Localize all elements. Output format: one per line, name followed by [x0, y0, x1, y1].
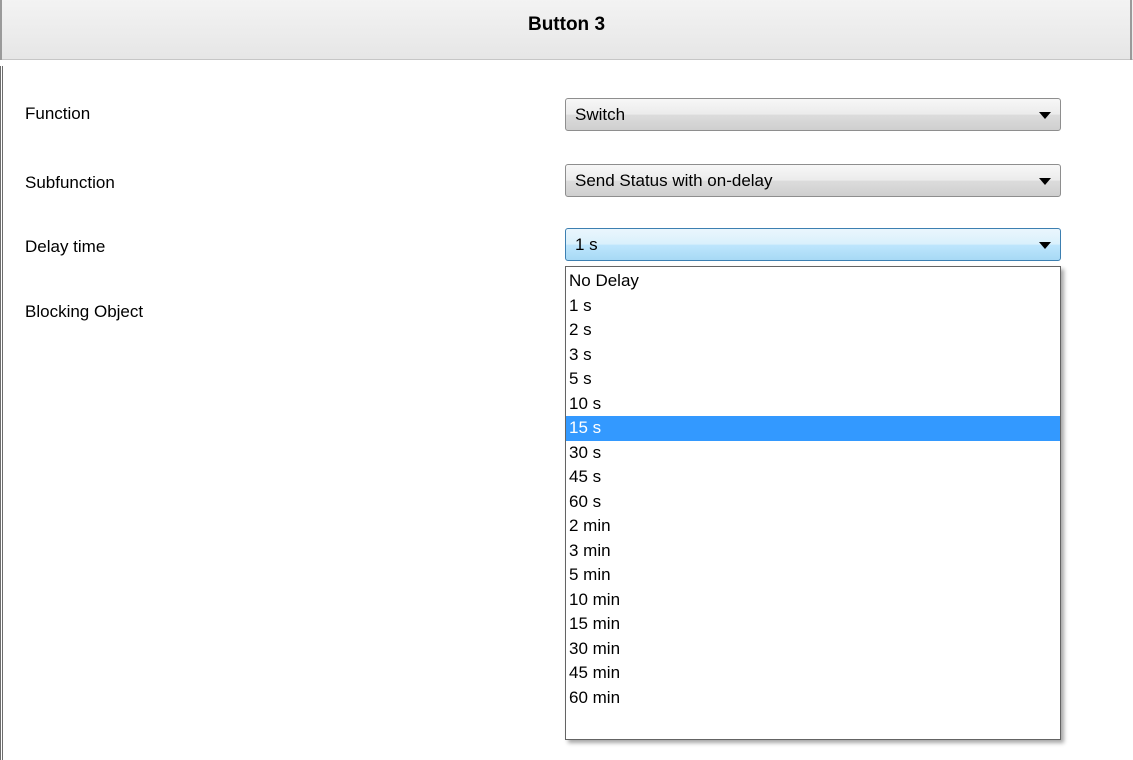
- dropdown-option[interactable]: 5 min: [566, 563, 1060, 588]
- dropdown-option[interactable]: 10 min: [566, 588, 1060, 613]
- dropdown-option[interactable]: 3 s: [566, 343, 1060, 368]
- dropdown-option[interactable]: No Delay: [566, 269, 1060, 294]
- panel-header: Button 3: [0, 0, 1133, 60]
- delay-time-select-value: 1 s: [575, 235, 598, 254]
- subfunction-select[interactable]: Send Status with on-delay: [565, 164, 1061, 197]
- header-left-edge: [0, 0, 2, 60]
- dropdown-option[interactable]: 60 s: [566, 490, 1060, 515]
- dropdown-option[interactable]: 45 min: [566, 661, 1060, 686]
- delay-time-select[interactable]: 1 s: [565, 228, 1061, 261]
- function-label: Function: [25, 104, 91, 123]
- function-select[interactable]: Switch: [565, 98, 1061, 131]
- subfunction-label: Subfunction: [25, 173, 115, 192]
- page-title: Button 3: [527, 14, 606, 35]
- header-right-edge: [1130, 0, 1132, 60]
- dropdown-option[interactable]: 2 s: [566, 318, 1060, 343]
- dropdown-option[interactable]: 30 min: [566, 637, 1060, 662]
- dropdown-option[interactable]: 45 s: [566, 465, 1060, 490]
- dropdown-option[interactable]: 30 s: [566, 441, 1060, 466]
- delay-time-dropdown-list[interactable]: No Delay 1 s2 s3 s5 s 10 s 15 s 30 s 45 s 60 s…: [565, 266, 1061, 740]
- dropdown-option[interactable]: 60 min: [566, 686, 1060, 711]
- function-select-value: Switch: [575, 105, 626, 124]
- dropdown-option[interactable]: 15 min: [566, 612, 1060, 637]
- blocking-object-label: Blocking Object: [25, 302, 144, 321]
- dropdown-option[interactable]: 15 s: [566, 416, 1060, 441]
- delay-time-label: Delay time: [25, 237, 106, 256]
- subfunction-select-value: Send Status with on-delay: [575, 171, 773, 190]
- chevron-down-icon: [1039, 178, 1051, 185]
- chevron-down-icon: [1039, 242, 1051, 249]
- dropdown-option[interactable]: 10 s: [566, 392, 1060, 417]
- chevron-down-icon: [1039, 112, 1051, 119]
- dropdown-option[interactable]: 2 min: [566, 514, 1060, 539]
- dropdown-option[interactable]: 3 min: [566, 539, 1060, 564]
- dropdown-option[interactable]: 1 s: [566, 294, 1060, 319]
- dropdown-option[interactable]: 5 s: [566, 367, 1060, 392]
